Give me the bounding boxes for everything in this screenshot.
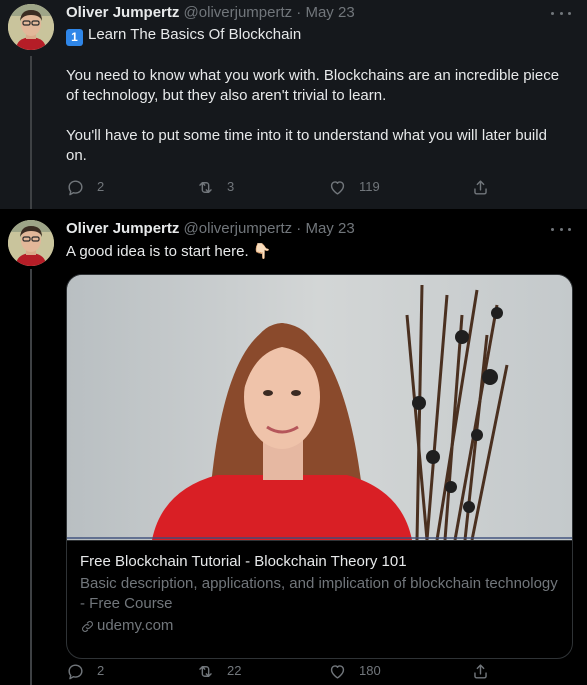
share-icon: [474, 663, 487, 679]
share-button[interactable]: [471, 177, 502, 197]
retweet-icon: [199, 665, 212, 677]
card-thumbnail: [67, 275, 572, 540]
retweet-count: 3: [227, 179, 235, 194]
author-avatar[interactable]: [8, 4, 54, 50]
author-avatar[interactable]: [8, 220, 54, 266]
card-domain-text: udemy.com: [97, 617, 174, 634]
like-count: 119: [359, 179, 380, 194]
tweet-text: 1 Learn The Basics Of Blockchain You need…: [66, 25, 566, 166]
tweet-line: You need to know what you work with. Blo…: [66, 67, 560, 104]
retweet-icon: [199, 181, 212, 193]
reply-count: 2: [97, 663, 105, 678]
like-button[interactable]: 180: [328, 661, 381, 681]
author-handle-date[interactable]: @oliverjumpertz · May 23: [184, 220, 355, 237]
tweet-1[interactable]: Oliver Jumpertz @oliverjumpertz · May 23…: [0, 0, 587, 209]
thread-line: [30, 56, 32, 209]
retweet-button[interactable]: 3: [196, 177, 234, 197]
card-meta: Free Blockchain Tutorial - Blockchain Th…: [67, 540, 572, 658]
reply-button[interactable]: 2: [66, 661, 104, 681]
card-description: Basic description, applications, and imp…: [80, 575, 558, 612]
like-count: 180: [359, 663, 381, 678]
tweet-line: Learn The Basics Of Blockchain: [88, 26, 302, 43]
reply-button[interactable]: 2: [66, 177, 104, 197]
retweet-count: 22: [227, 663, 242, 678]
more-icon[interactable]: [551, 6, 571, 20]
share-button[interactable]: [471, 661, 502, 681]
tweet-header: Oliver Jumpertz @oliverjumpertz · May 23: [66, 3, 355, 23]
retweet-button[interactable]: 22: [196, 661, 241, 681]
link-icon: [82, 620, 93, 632]
more-icon[interactable]: [551, 222, 571, 236]
like-button[interactable]: 119: [328, 177, 380, 197]
tweet-actions: 2 3 119: [66, 177, 496, 197]
tweet-text: A good idea is to start here. 👇🏻: [66, 243, 272, 260]
tweet-2[interactable]: Oliver Jumpertz @oliverjumpertz · May 23…: [0, 209, 587, 685]
card-domain: udemy.com: [80, 616, 559, 636]
author-handle-date[interactable]: @oliverjumpertz · May 23: [184, 4, 355, 21]
keycap-one-icon: 1: [66, 29, 83, 46]
reply-count: 2: [97, 179, 105, 194]
card-title: Free Blockchain Tutorial - Blockchain Th…: [80, 553, 407, 570]
like-icon: [330, 664, 345, 679]
tweet-line: You'll have to put some time into it to …: [66, 127, 547, 164]
tweet-header: Oliver Jumpertz @oliverjumpertz · May 23: [66, 219, 355, 239]
reply-icon: [68, 179, 83, 195]
thread-line: [30, 269, 32, 685]
author-name[interactable]: Oliver Jumpertz: [66, 4, 179, 21]
reply-icon: [68, 663, 83, 679]
tweet-actions: 2 22 180: [66, 661, 496, 681]
author-name[interactable]: Oliver Jumpertz: [66, 220, 179, 237]
link-card[interactable]: Free Blockchain Tutorial - Blockchain Th…: [66, 274, 573, 659]
like-icon: [330, 180, 345, 195]
share-icon: [474, 179, 487, 195]
